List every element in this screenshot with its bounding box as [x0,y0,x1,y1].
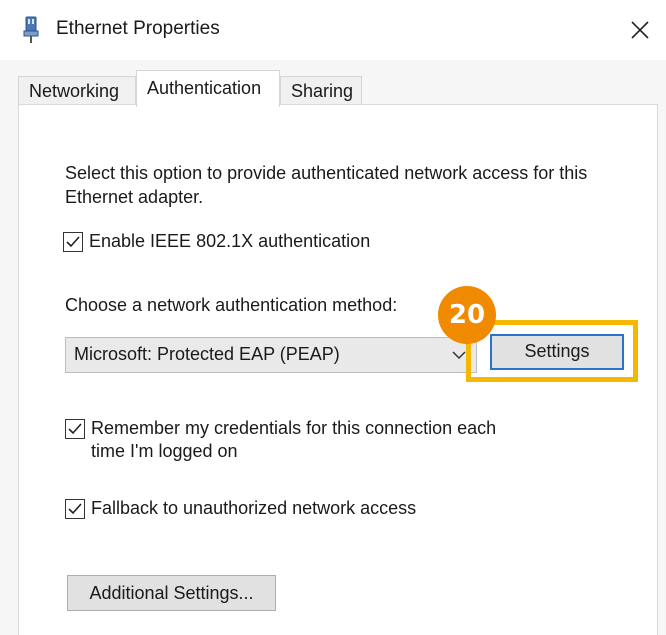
selected-method: Microsoft: Protected EAP (PEAP) [74,344,340,364]
title-bar: Ethernet Properties [0,0,666,60]
checkmark-icon [68,423,82,435]
checkbox-box[interactable] [63,232,83,252]
checkbox-box[interactable] [65,419,85,439]
fallback-checkbox[interactable]: Fallback to unauthorized network access [65,498,465,521]
authentication-method-select[interactable]: Microsoft: Protected EAP (PEAP) [65,337,477,373]
fallback-label: Fallback to unauthorized network access [91,498,417,518]
close-icon [631,21,649,39]
ethernet-properties-dialog: Ethernet Properties Networking Authentic… [0,0,666,635]
step-badge: 20 [438,286,496,344]
tab-networking[interactable]: Networking [18,76,136,106]
checkbox-box[interactable] [65,499,85,519]
network-adapter-icon [22,16,40,44]
additional-settings-button[interactable]: Additional Settings... [67,575,276,611]
authentication-panel: Select this option to provide authentica… [18,104,658,635]
description-text: Select this option to provide authentica… [65,163,588,207]
enable-8021x-checkbox[interactable]: Enable IEEE 802.1X authentication [63,231,403,254]
method-label: Choose a network authentication method: [65,295,398,315]
enable-8021x-label: Enable IEEE 802.1X authentication [89,231,371,251]
chevron-down-icon [452,351,466,360]
tab-strip: Networking Authentication Sharing [18,70,658,107]
close-button[interactable] [618,8,662,52]
settings-button[interactable]: Settings [490,334,624,370]
window-title: Ethernet Properties [56,18,220,39]
tab-sharing[interactable]: Sharing [280,76,362,106]
tab-authentication[interactable]: Authentication [136,70,280,107]
checkmark-icon [68,503,82,515]
remember-credentials-label: Remember my credentials for this connect… [91,418,497,438]
remember-credentials-label-line2: time I'm logged on [91,441,238,461]
remember-credentials-checkbox[interactable]: Remember my credentials for this connect… [65,418,535,467]
checkmark-icon [66,236,80,248]
